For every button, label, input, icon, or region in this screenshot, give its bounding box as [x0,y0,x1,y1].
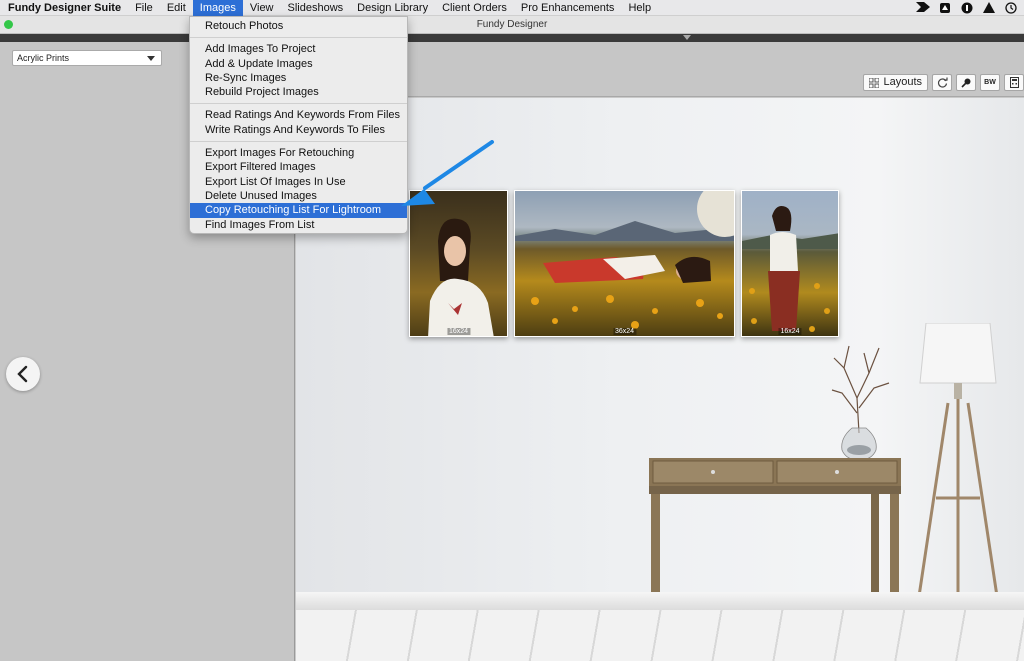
menu-client-orders[interactable]: Client Orders [435,0,514,16]
window-titlebar: Fundy Designer [0,16,1024,34]
chevron-down-icon [147,56,155,61]
menu-item-write-ratings[interactable]: Write Ratings And Keywords To Files [190,123,407,137]
menu-slideshows[interactable]: Slideshows [281,0,351,16]
menu-bar: Fundy Designer Suite File Edit Images Vi… [0,0,1024,16]
menu-item-add-update-images[interactable]: Add & Update Images [190,57,407,71]
collapse-toggle-icon[interactable] [683,35,691,40]
menu-design-library[interactable]: Design Library [350,0,435,16]
menu-item-resync-images[interactable]: Re-Sync Images [190,71,407,85]
menu-item-delete-unused[interactable]: Delete Unused Images [190,189,407,203]
app-menu[interactable]: Fundy Designer Suite [0,0,128,16]
product-type-select[interactable]: Acrylic Prints [12,50,162,66]
wall-print-3[interactable]: 16x24 [741,190,839,337]
print-size-label-2: 36x24 [612,328,637,335]
layouts-button[interactable]: Layouts [863,74,928,91]
refresh-icon [937,77,948,88]
images-dropdown-menu: Retouch Photos Add Images To Project Add… [189,16,408,234]
annotation-arrow-icon [401,140,494,206]
layouts-label: Layouts [883,76,922,88]
menu-item-export-list-in-use[interactable]: Export List Of Images In Use [190,175,407,189]
menu-item-export-filtered[interactable]: Export Filtered Images [190,160,407,174]
vase-decoration [831,345,890,461]
grid-icon [869,77,880,88]
chevron-left-icon [17,365,28,383]
fundy-tray-icon[interactable] [916,2,930,14]
bw-label: BW [984,79,996,86]
landscape-photo [515,191,734,329]
menu-file[interactable]: File [128,0,160,16]
menu-help[interactable]: Help [621,0,658,16]
panel-divider-bar[interactable] [0,34,1024,42]
portrait-photo-3 [742,206,838,332]
menu-item-add-images-to-project[interactable]: Add Images To Project [190,42,407,56]
menu-separator [190,103,407,105]
print-size-label-3: 16x24 [778,328,802,335]
floor [296,610,1024,661]
black-white-button[interactable]: BW [980,74,1000,91]
menu-item-find-images-from-list[interactable]: Find Images From List [190,218,407,232]
menu-item-retouch-photos[interactable]: Retouch Photos [190,19,407,33]
refresh-button[interactable] [932,74,952,91]
print-size-label-1: 16x24 [446,328,471,335]
menu-item-export-for-retouching[interactable]: Export Images For Retouching [190,146,407,160]
menu-separator [190,37,407,39]
room-toolbar: Layouts BW [863,74,1024,91]
menu-item-rebuild-project-images[interactable]: Rebuild Project Images [190,85,407,99]
window-title: Fundy Designer [476,19,548,30]
search-icon [960,78,970,88]
menu-edit[interactable]: Edit [160,0,193,16]
menu-view[interactable]: View [243,0,281,16]
calculator-icon [1009,77,1019,88]
floor-lamp [916,323,1000,628]
time-machine-icon[interactable] [1004,2,1018,14]
product-type-value: Acrylic Prints [17,53,70,63]
menu-item-read-ratings[interactable]: Read Ratings And Keywords From Files [190,108,407,122]
accessibility-icon[interactable] [960,2,974,14]
menu-item-copy-retouching-list[interactable]: Copy Retouching List For Lightroom [190,203,407,218]
baseboard [296,592,1024,610]
warning-icon[interactable] [982,2,996,14]
dropbox-icon[interactable] [938,2,952,14]
menu-pro-enhancements[interactable]: Pro Enhancements [514,0,622,16]
back-button[interactable] [6,357,40,391]
menu-images[interactable]: Images [192,0,243,16]
search-button[interactable] [956,74,976,91]
wall-print-2[interactable]: 36x24 [514,190,735,337]
menu-separator [190,141,407,143]
calculator-button[interactable] [1004,74,1024,91]
